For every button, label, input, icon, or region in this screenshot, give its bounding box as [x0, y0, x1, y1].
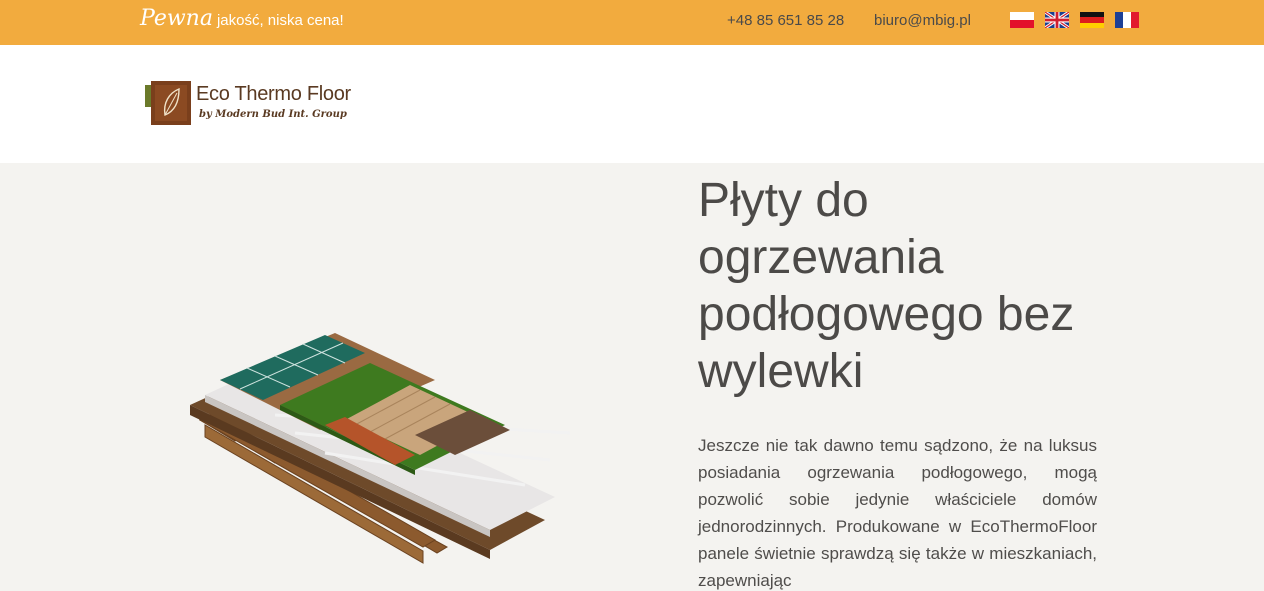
logo-subtitle: by Modern Bud Int. Group	[199, 109, 347, 120]
de-flag-icon[interactable]	[1080, 12, 1104, 28]
top-bar: Pewna jakość, niska cena! +48 85 651 85 …	[0, 0, 1264, 45]
fr-flag-icon[interactable]	[1115, 12, 1139, 28]
tagline-script: Pewna	[140, 6, 213, 31]
pl-flag-icon[interactable]	[1010, 12, 1034, 28]
page-title: Płyty do ogrzewania podłogowego bez wyle…	[698, 174, 1075, 398]
leaf-logo-icon	[145, 81, 191, 125]
site-logo[interactable]: Eco Thermo Floor by Modern Bud Int. Grou…	[145, 81, 360, 127]
tagline: Pewna jakość, niska cena!	[140, 6, 344, 38]
email-link[interactable]: biuro@mbig.pl	[874, 12, 971, 29]
tagline-text: jakość, niska cena!	[216, 12, 344, 29]
intro-paragraph: Jeszcze nie tak dawno temu sądzono, że n…	[698, 436, 1097, 590]
phone-link[interactable]: +48 85 651 85 28	[727, 12, 844, 29]
floor-layers-illustration	[190, 333, 571, 564]
site-header: Eco Thermo Floor by Modern Bud Int. Grou…	[0, 45, 1264, 163]
logo-title: Eco Thermo Floor	[196, 83, 351, 105]
gb-flag-icon[interactable]	[1045, 12, 1069, 28]
